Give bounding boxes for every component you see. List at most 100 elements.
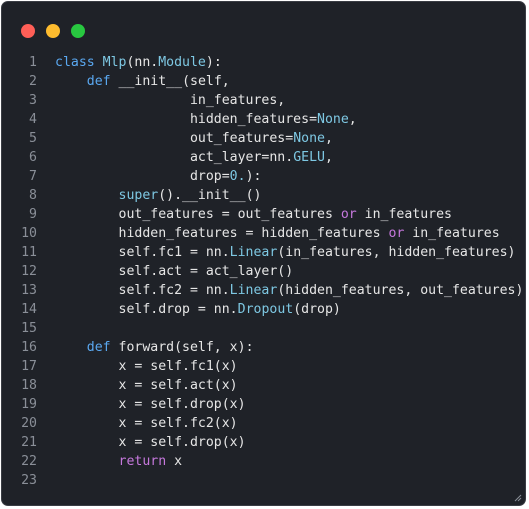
code-text: x = self.drop(x) [55, 433, 246, 452]
code-token: Mlp [102, 55, 127, 70]
line-number: 8 [29, 188, 37, 203]
line-number: 12 [21, 264, 37, 279]
code-line: 1 class Mlp(nn.Module): [2, 53, 525, 72]
code-token: or [340, 207, 357, 222]
line-number: 6 [29, 150, 37, 165]
code-text: def __init__(self, [55, 72, 230, 91]
code-text: class Mlp(nn.Module): [55, 53, 222, 72]
code-token: x = self.fc2(x) [55, 416, 238, 431]
code-text: out_features = out_features or in_featur… [55, 205, 452, 224]
code-line: 10 hidden_features = hidden_features or … [2, 224, 525, 243]
line-number: 15 [21, 321, 37, 336]
code-line: 18 x = self.act(x) [2, 376, 525, 395]
code-token: (nn. [126, 55, 159, 70]
code-text: x = self.act(x) [55, 376, 238, 395]
code-line: 8 super().__init__() [2, 186, 525, 205]
code-token: hidden_features= [55, 112, 318, 127]
line-number: 1 [29, 55, 37, 70]
code-token: Linear [229, 283, 278, 298]
code-line: 15 [2, 319, 525, 338]
code-token: in_features, [55, 93, 286, 108]
code-token: out_features= [55, 131, 294, 146]
line-number: 20 [21, 416, 37, 431]
line-number: 9 [29, 207, 37, 222]
code-token: Dropout [237, 302, 294, 317]
code-text: out_features=None, [55, 129, 333, 148]
code-token: , [324, 150, 333, 165]
line-number: 3 [29, 93, 37, 108]
code-token: out_features = out_features [55, 207, 341, 222]
code-token: hidden_features = hidden_features [55, 226, 389, 241]
code-line: 21 x = self.drop(x) [2, 433, 525, 452]
close-dot-icon[interactable] [21, 24, 35, 38]
code-text: act_layer=nn.GELU, [55, 148, 333, 167]
code-token: Linear [229, 245, 278, 260]
code-line: 6 act_layer=nn.GELU, [2, 148, 525, 167]
code-token: in_features [404, 226, 500, 241]
code-token: (in_features, hidden_features) [277, 245, 516, 260]
code-text: self.fc1 = nn.Linear(in_features, hidden… [55, 243, 516, 262]
code-line: 23 [2, 471, 525, 490]
code-token: self.act = act_layer() [55, 264, 294, 279]
code-token: x = self.drop(x) [55, 397, 246, 412]
code-line: 17 x = self.fc1(x) [2, 357, 525, 376]
code-token: x = self.act(x) [55, 378, 238, 393]
code-token: forward [118, 340, 175, 355]
code-token: def [86, 340, 119, 355]
code-text: hidden_features = hidden_features or in_… [55, 224, 500, 243]
line-number: 16 [21, 340, 37, 355]
code-text: hidden_features=None, [55, 110, 357, 129]
code-token: x = self.drop(x) [55, 435, 246, 450]
code-token: ().__init__() [158, 188, 262, 203]
line-number: 23 [21, 473, 37, 488]
code-text: x = self.fc1(x) [55, 357, 238, 376]
line-number: 18 [21, 378, 37, 393]
code-token: (hidden_features, out_features) [277, 283, 524, 298]
code-token: super [118, 188, 159, 203]
code-token: class [55, 55, 103, 70]
line-number: 2 [29, 74, 37, 89]
code-line: 4 hidden_features=None, [2, 110, 525, 129]
code-token: ): [245, 169, 262, 184]
code-token: self.drop = nn. [55, 302, 238, 317]
code-token: __init__ [118, 74, 183, 89]
code-token: x = self.fc1(x) [55, 359, 238, 374]
maximize-dot-icon[interactable] [71, 24, 85, 38]
code-text: super().__init__() [55, 186, 262, 205]
resize-handle-icon[interactable] [514, 494, 522, 502]
code-text: self.act = act_layer() [55, 262, 294, 281]
code-window: 1 class Mlp(nn.Module): 2 def __init__(sel… [1, 1, 526, 506]
line-number: 4 [29, 112, 37, 127]
line-number: 7 [29, 169, 37, 184]
line-number: 21 [21, 435, 37, 450]
code-line: 20 x = self.fc2(x) [2, 414, 525, 433]
line-number: 5 [29, 131, 37, 146]
line-number: 10 [21, 226, 37, 241]
code-text: self.fc2 = nn.Linear(hidden_features, ou… [55, 281, 524, 300]
minimize-dot-icon[interactable] [46, 24, 60, 38]
code-line: 22 return x [2, 452, 525, 471]
code-line: 14 self.drop = nn.Dropout(drop) [2, 300, 525, 319]
code-token: x [166, 454, 183, 469]
code-token: None [317, 112, 349, 127]
code-line: 2 def __init__(self, [2, 72, 525, 91]
code-line: 3 in_features, [2, 91, 525, 110]
code-token: None [293, 131, 325, 146]
code-token: return [118, 454, 167, 469]
line-number: 19 [21, 397, 37, 412]
line-number: 22 [21, 454, 37, 469]
line-number: 17 [21, 359, 37, 374]
code-token: (drop) [293, 302, 341, 317]
code-token: , [348, 112, 357, 127]
code-token: act_layer=nn. [55, 150, 294, 165]
code-token: (self, x): [174, 340, 254, 355]
line-number: 13 [21, 283, 37, 298]
line-number: 14 [21, 302, 37, 317]
code-line: 16 def forward(self, x): [2, 338, 525, 357]
code-line: 11 self.fc1 = nn.Linear(in_features, hid… [2, 243, 525, 262]
code-text: in_features, [55, 91, 285, 110]
